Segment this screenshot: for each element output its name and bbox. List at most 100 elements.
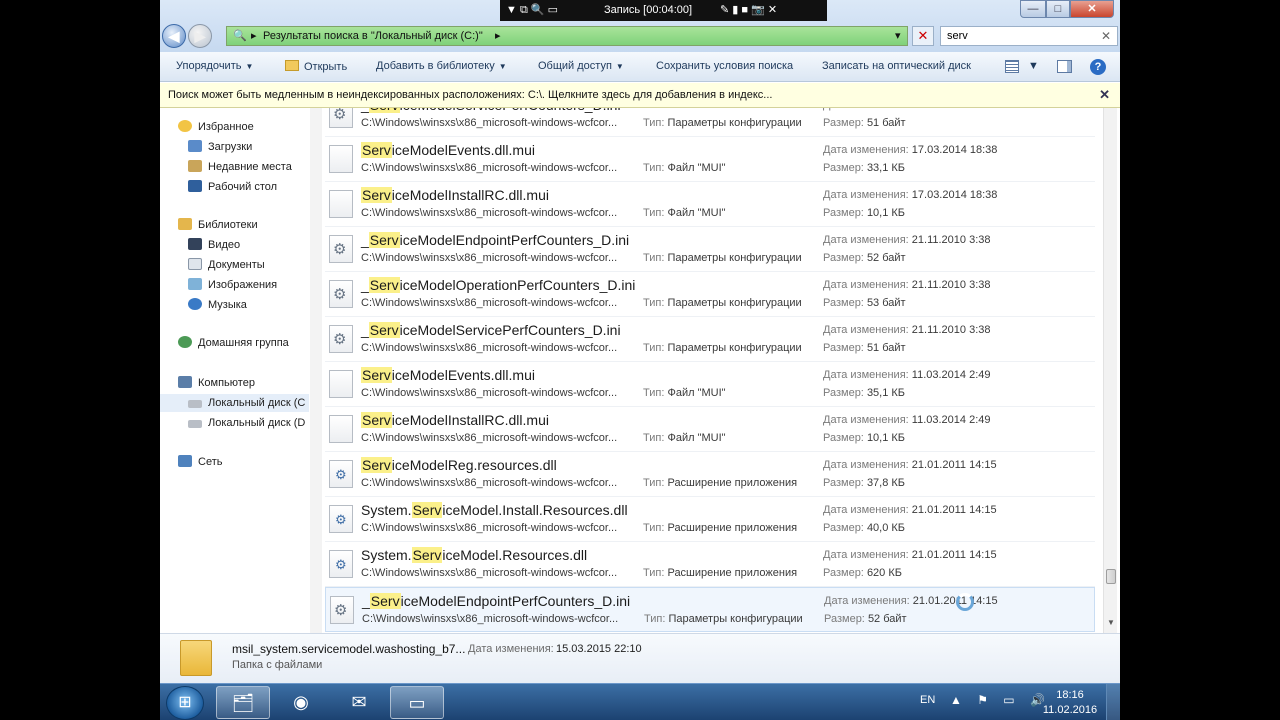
nav-homegroup[interactable]: Домашняя группа <box>178 334 289 352</box>
back-button[interactable]: ◀ <box>162 24 186 48</box>
info-bar-text[interactable]: Поиск может быть медленным в неиндексиро… <box>168 89 772 101</box>
size-label: Размер: <box>823 207 864 219</box>
result-row[interactable]: ServiceModelEvents.dll.mui C:\Windows\win… <box>325 362 1095 407</box>
share-menu[interactable]: Общий доступ ▼ <box>538 60 624 72</box>
result-row[interactable]: ServiceModelInstallRC.dll.mui C:\Windows\… <box>325 407 1095 452</box>
clock[interactable]: 18:16 11.02.2016 <box>1040 688 1100 718</box>
open-button[interactable]: Открыть <box>285 60 347 73</box>
stop-search-button[interactable]: ✕ <box>912 26 934 46</box>
address-dropdown-icon[interactable]: ▾ <box>895 27 901 45</box>
folder-icon <box>285 60 299 71</box>
taskbar-chrome[interactable]: ◉ <box>274 686 328 719</box>
file-size: Размер: 37,8 КБ <box>823 477 905 489</box>
file-name[interactable]: System.ServiceModel.Resources.dll <box>361 547 587 563</box>
details-item-type: Папка с файлами <box>232 659 323 671</box>
add-to-library-menu[interactable]: Добавить в библиотеку ▼ <box>376 60 507 72</box>
size-value: 53 байт <box>866 297 906 309</box>
breadcrumb-separator[interactable]: ▸ <box>251 27 257 45</box>
nav-desktop[interactable]: Рабочий стол <box>188 178 277 196</box>
taskbar-window[interactable]: ▭ <box>390 686 444 719</box>
language-indicator[interactable]: EN <box>920 694 935 706</box>
minimize-button[interactable]: — <box>1020 0 1046 18</box>
result-row[interactable]: ServiceModelInstallRC.dll.mui C:\Windows\… <box>325 182 1095 227</box>
view-dropdown-icon[interactable]: ▼ <box>1028 60 1039 72</box>
forward-button[interactable]: ▶ <box>188 24 212 48</box>
result-row[interactable]: System.ServiceModel.Install.Resources.dl… <box>325 497 1095 542</box>
preview-pane-icon[interactable] <box>1057 60 1072 73</box>
results-scrollbar[interactable]: ▼ <box>1103 108 1117 633</box>
save-search-button[interactable]: Сохранить условия поиска <box>656 60 793 72</box>
nav-documents[interactable]: Документы <box>188 256 265 274</box>
config-file-icon <box>329 280 353 308</box>
recorder-right-icons[interactable]: ✎ ▮ ■ 📷 ✕ <box>720 0 777 21</box>
address-location[interactable]: Результаты поиска в "Локальный диск (C:)… <box>263 27 483 45</box>
search-input-value[interactable]: serv <box>947 30 968 42</box>
scrollbar-thumb[interactable] <box>1106 569 1116 584</box>
address-bar[interactable]: 🔍 ▸ Результаты поиска в "Локальный диск … <box>226 26 908 46</box>
result-row[interactable]: _ServiceModelServicePerfCounters_D.ini C:… <box>325 108 1095 137</box>
nav-libraries[interactable]: Библиотеки <box>178 216 258 234</box>
size-value: 51 байт <box>866 342 906 354</box>
file-name[interactable]: _ServiceModelEndpointPerfCounters_D.ini <box>362 593 630 609</box>
search-highlight: Serv <box>368 322 400 338</box>
result-row[interactable]: _ServiceModelEndpointPerfCounters_D.ini C… <box>325 227 1095 272</box>
date-label: Дата изменения: <box>823 324 909 336</box>
file-name[interactable]: ServiceModelReg.resources.dll <box>361 457 557 473</box>
result-row[interactable]: _ServiceModelOperationPerfCounters_D.ini… <box>325 272 1095 317</box>
size-value: 51 байт <box>866 117 906 129</box>
close-icon[interactable]: ✕ <box>1099 83 1110 107</box>
nav-favorites[interactable]: Избранное <box>178 118 254 136</box>
search-highlight: Serv <box>361 187 392 203</box>
burn-button[interactable]: Записать на оптический диск <box>822 60 971 72</box>
nav-music[interactable]: Музыка <box>188 296 247 314</box>
nav-computer[interactable]: Компьютер <box>178 374 255 392</box>
file-name[interactable]: ServiceModelEvents.dll.mui <box>361 142 535 158</box>
taskbar-mail[interactable]: ✉ <box>332 686 386 719</box>
file-name[interactable]: _ServiceModelServicePerfCounters_D.ini <box>361 108 621 113</box>
view-options-icon[interactable] <box>1005 60 1019 73</box>
file-date: Дата изменения: 11.03.2014 2:49 <box>823 414 990 426</box>
file-name[interactable]: _ServiceModelServicePerfCounters_D.ini <box>361 322 621 338</box>
system-tray-icons[interactable]: ▲ ⚑ ▭ 🔊 <box>950 693 1051 707</box>
file-name[interactable]: System.ServiceModel.Install.Resources.dl… <box>361 502 628 518</box>
result-row[interactable]: ServiceModelEvents.dll.mui C:\Windows\win… <box>325 137 1095 182</box>
file-size: Размер: 33,1 КБ <box>823 162 905 174</box>
clear-search-icon[interactable]: ✕ <box>1101 27 1111 45</box>
result-row[interactable]: _ServiceModelEndpointPerfCounters_D.ini C… <box>325 587 1095 632</box>
recorder-left-icons[interactable]: ▼ ⧉ 🔍 ▭ <box>506 0 558 21</box>
add-to-library-label: Добавить в библиотеку <box>376 60 495 72</box>
show-desktop-button[interactable] <box>1106 684 1120 720</box>
breadcrumb-arrow[interactable]: ▸ <box>495 27 501 45</box>
index-info-bar[interactable]: Поиск может быть медленным в неиндексиро… <box>160 83 1120 108</box>
close-button[interactable]: ✕ <box>1070 0 1114 18</box>
images-icon <box>188 278 202 290</box>
file-name[interactable]: _ServiceModelEndpointPerfCounters_D.ini <box>361 232 629 248</box>
date-label: Дата изменения: <box>823 414 909 426</box>
file-name[interactable]: ServiceModelInstallRC.dll.mui <box>361 412 549 428</box>
nav-recent-places[interactable]: Недавние места <box>188 158 292 176</box>
nav-network[interactable]: Сеть <box>178 453 222 471</box>
search-input[interactable]: serv ✕ <box>940 26 1118 46</box>
file-name-prefix: _ <box>361 322 369 338</box>
file-name[interactable]: _ServiceModelOperationPerfCounters_D.ini <box>361 277 635 293</box>
start-button[interactable]: ⊞ <box>166 686 204 720</box>
nav-downloads[interactable]: Загрузки <box>188 138 252 156</box>
nav-disk-c[interactable]: Локальный диск (C <box>160 394 309 412</box>
nav-video[interactable]: Видео <box>188 236 240 254</box>
scroll-down-icon[interactable]: ▼ <box>1107 618 1115 627</box>
maximize-button[interactable]: □ <box>1046 0 1070 18</box>
result-row[interactable]: ServiceModelReg.resources.dll C:\Windows\… <box>325 452 1095 497</box>
nav-scrollbar[interactable] <box>310 108 322 633</box>
result-row[interactable]: _ServiceModelServicePerfCounters_D.ini C:… <box>325 317 1095 362</box>
file-type: Тип: Файл "MUI" <box>643 207 726 219</box>
file-name[interactable]: ServiceModelEvents.dll.mui <box>361 367 535 383</box>
taskbar-explorer[interactable]: 🗂 <box>216 686 270 719</box>
nav-images[interactable]: Изображения <box>188 276 277 294</box>
organize-menu[interactable]: Упорядочить ▼ <box>176 60 253 72</box>
chevron-down-icon: ▼ <box>615 62 624 71</box>
result-row[interactable]: System.ServiceModel.Resources.dll C:\Wind… <box>325 542 1095 587</box>
file-name[interactable]: ServiceModelInstallRC.dll.mui <box>361 187 549 203</box>
help-icon[interactable]: ? <box>1090 59 1106 75</box>
nav-label: Сеть <box>198 456 223 468</box>
nav-disk-d[interactable]: Локальный диск (D <box>188 414 305 432</box>
